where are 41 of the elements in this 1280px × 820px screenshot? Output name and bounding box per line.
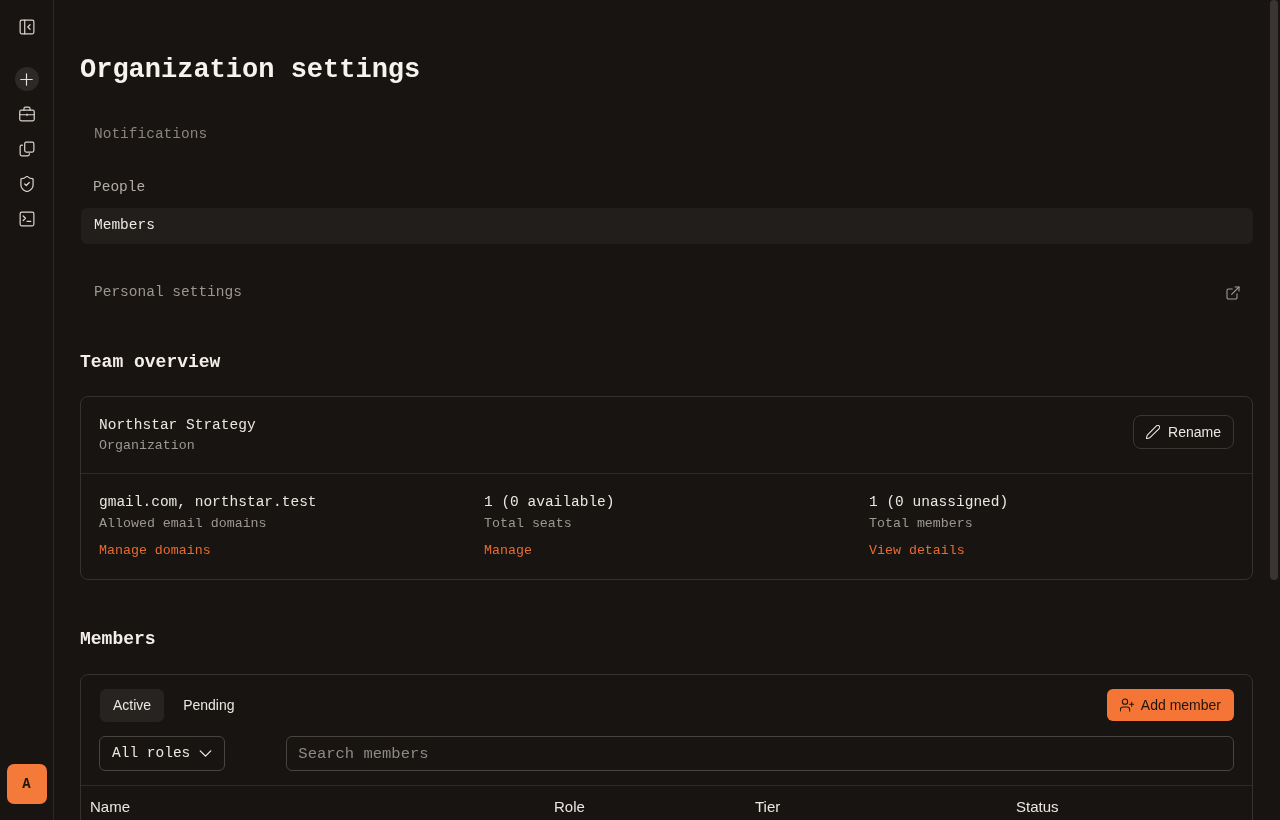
sidebar-toggle-icon[interactable] — [18, 19, 35, 35]
page-title: Organization settings — [80, 54, 422, 86]
search-field[interactable]: Search members — [286, 736, 1234, 771]
copy-icon[interactable] — [18, 141, 35, 157]
organization-type: Organization — [99, 437, 196, 455]
new-button[interactable] — [14, 67, 39, 91]
role-filter-dropdown[interactable]: All roles — [99, 736, 226, 771]
nav-group-label: People — [92, 178, 147, 198]
column-header: Status — [1016, 798, 1060, 816]
stat-action-link[interactable]: Manage — [484, 541, 532, 561]
external-link-icon — [1226, 286, 1240, 300]
settings-nav-item[interactable]: Members — [81, 208, 1253, 244]
stat-label: Total seats — [484, 515, 573, 533]
user-plus-icon — [1119, 698, 1134, 712]
stat-action-link[interactable]: Manage domains — [99, 541, 211, 561]
add-member-button[interactable]: Add member — [1106, 689, 1234, 721]
column-header: Tier — [755, 798, 782, 816]
organization-name: Northstar Strategy — [99, 416, 256, 435]
chevron-down-icon — [199, 750, 213, 757]
column-header: Name — [90, 798, 131, 816]
stat-label: Allowed email domains — [99, 515, 268, 533]
stat-value: 1 (0 unassigned) — [869, 493, 1010, 512]
stat-label: Total members — [869, 515, 974, 533]
user-avatar[interactable]: A — [6, 764, 47, 804]
briefcase-icon[interactable] — [18, 106, 35, 122]
pencil-icon — [1146, 425, 1161, 439]
tab[interactable]: Pending — [170, 689, 248, 722]
stat-value: gmail.com, northstar.test — [99, 493, 318, 512]
stat-value: 1 (0 available) — [484, 493, 616, 512]
rename-button[interactable]: Rename — [1133, 415, 1234, 449]
section-heading: Team overview — [80, 351, 222, 374]
section-heading: Members — [80, 628, 157, 651]
shield-check-icon[interactable] — [18, 176, 35, 192]
settings-nav-item[interactable]: Notifications — [81, 117, 1253, 153]
scrollbar-thumb[interactable] — [1270, 0, 1278, 580]
tab[interactable]: Active — [100, 689, 165, 722]
terminal-icon[interactable] — [18, 211, 35, 227]
stat-action-link[interactable]: View details — [869, 541, 965, 561]
column-header: Role — [554, 798, 586, 816]
settings-nav-link[interactable]: Personal settings — [81, 275, 1253, 311]
plus-icon — [20, 72, 33, 86]
